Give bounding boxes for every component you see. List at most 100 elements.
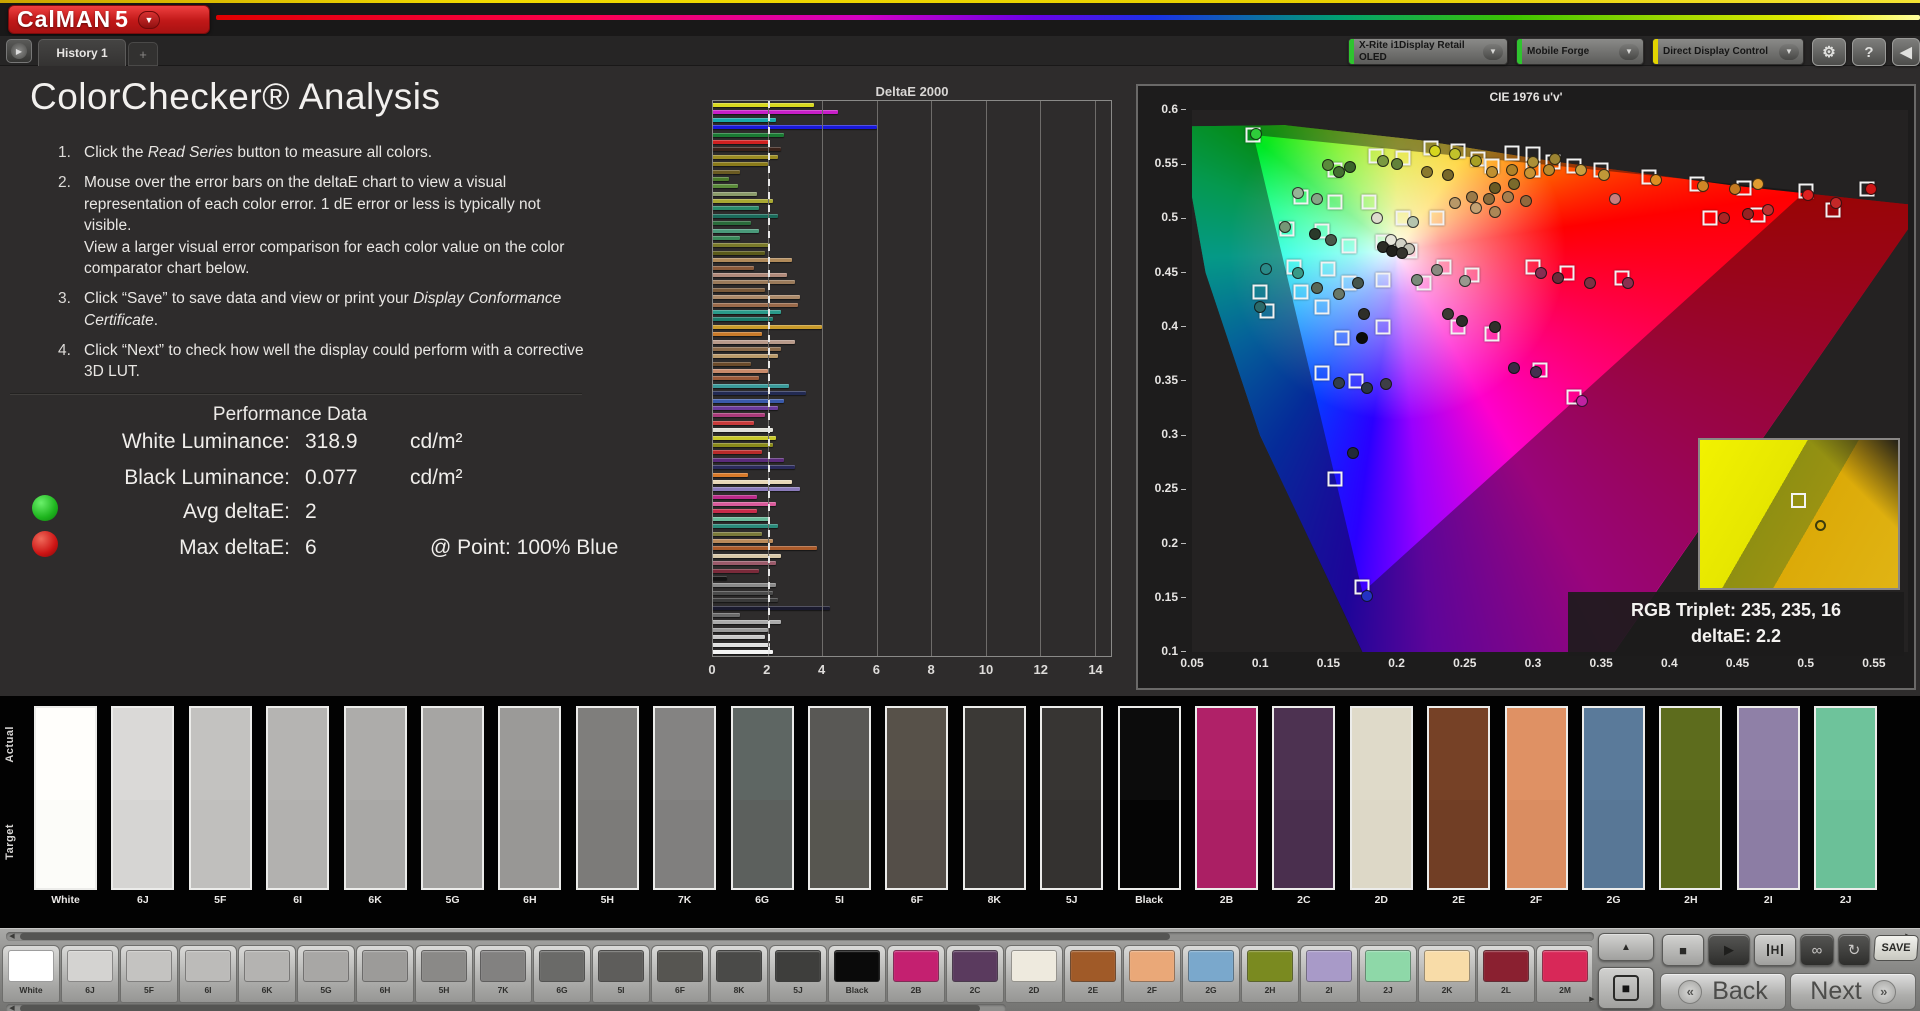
comparator-column[interactable]: 5H (576, 706, 639, 906)
cie-measured-point[interactable] (1535, 267, 1547, 279)
comparator-column[interactable]: 2H (1659, 706, 1722, 906)
deltae-bar[interactable] (713, 421, 754, 425)
cie-measured-point[interactable] (1260, 263, 1272, 275)
workflow-nav-button[interactable]: ▶ (6, 39, 32, 63)
cie-measured-point[interactable] (1483, 193, 1495, 205)
deltae-bar[interactable] (713, 532, 762, 536)
swatch-scrollbar-top[interactable]: ◀ (6, 932, 1594, 941)
swatch-chip-button[interactable]: 5I (592, 945, 650, 1003)
cie-measured-point[interactable] (1311, 193, 1323, 205)
pattern-window-button[interactable]: ■ (1598, 967, 1654, 1009)
comparator-column[interactable]: 5F (189, 706, 252, 906)
deltae-bar[interactable] (713, 450, 762, 454)
cie-target-square[interactable] (1375, 319, 1390, 334)
deltae-bar[interactable] (713, 140, 770, 144)
deltae-bar[interactable] (713, 613, 740, 617)
deltae-bar[interactable] (713, 643, 770, 647)
deltae-bar[interactable] (713, 133, 784, 137)
cie-measured-point[interactable] (1344, 161, 1356, 173)
swatch-chip-button[interactable]: 2E (1064, 945, 1122, 1003)
stop-button[interactable]: ■ (1662, 934, 1704, 966)
deltae-bar[interactable] (713, 251, 765, 255)
cie-measured-point[interactable] (1356, 332, 1368, 344)
deltae-bar[interactable] (713, 554, 781, 558)
cie-measured-point[interactable] (1325, 234, 1337, 246)
deltae-bar[interactable] (713, 288, 765, 292)
cie-measured-point[interactable] (1333, 288, 1345, 300)
add-tab-button[interactable]: + (128, 42, 158, 66)
chevron-down-icon[interactable]: ▼ (1779, 44, 1799, 60)
comparator-column[interactable]: 6G (731, 706, 794, 906)
swatch-chip-button[interactable]: 6H (356, 945, 414, 1003)
deltae-bar[interactable] (713, 428, 773, 432)
swatch-chip-button[interactable]: 2J (1359, 945, 1417, 1003)
cie-target-square[interactable] (1375, 273, 1390, 288)
source-dropdown[interactable]: Mobile Forge ▼ (1516, 38, 1644, 65)
swatch-chip-button[interactable]: 2F (1123, 945, 1181, 1003)
cie-measured-point[interactable] (1254, 301, 1266, 313)
save-button[interactable]: SAVE (1873, 935, 1919, 961)
swatch-chip-button[interactable]: 2M (1536, 945, 1592, 1003)
cie-measured-point[interactable] (1470, 155, 1482, 167)
cie-measured-point[interactable] (1489, 206, 1501, 218)
cie-measured-point[interactable] (1697, 180, 1709, 192)
deltae-bar[interactable] (713, 332, 762, 336)
cie-measured-point[interactable] (1584, 277, 1596, 289)
comparator-column[interactable]: White (34, 706, 97, 906)
chevron-down-icon[interactable]: ▼ (1483, 44, 1503, 60)
deltae-bar[interactable] (713, 162, 768, 166)
scroll-left-icon[interactable]: ◀ (6, 932, 18, 941)
read-series-button[interactable]: ▶ (1708, 934, 1750, 966)
swatch-chip-button[interactable]: 2L (1477, 945, 1535, 1003)
deltae-bar[interactable] (713, 635, 765, 639)
swatch-chip-button[interactable]: 6K (238, 945, 296, 1003)
collapse-panel-button[interactable]: ◀ (1892, 38, 1920, 66)
swatch-chip-button[interactable]: 2H (1241, 945, 1299, 1003)
deltae-bar[interactable] (713, 221, 751, 225)
cie-measured-point[interactable] (1742, 208, 1754, 220)
cie-measured-point[interactable] (1729, 183, 1741, 195)
deltae-chart[interactable] (712, 100, 1112, 657)
cie-target-square[interactable] (1294, 285, 1309, 300)
deltae-bar[interactable] (713, 546, 817, 550)
deltae-bar[interactable] (713, 583, 776, 587)
cie-measured-point[interactable] (1622, 277, 1634, 289)
cie-measured-point[interactable] (1459, 275, 1471, 287)
deltae-bar[interactable] (713, 206, 759, 210)
cie-measured-point[interactable] (1333, 377, 1345, 389)
cie-measured-point[interactable] (1358, 308, 1370, 320)
cie-measured-point[interactable] (1456, 315, 1468, 327)
cie-measured-point[interactable] (1442, 169, 1454, 181)
cie-measured-point[interactable] (1520, 195, 1532, 207)
cie-target-square[interactable] (1430, 211, 1445, 226)
cie-measured-point[interactable] (1470, 202, 1482, 214)
comparator-column[interactable]: 6J (111, 706, 174, 906)
cie-measured-point[interactable] (1508, 362, 1520, 374)
deltae-bar[interactable] (713, 340, 795, 344)
deltae-bar[interactable] (713, 495, 757, 499)
swatch-chip-button[interactable]: 8K (710, 945, 768, 1003)
scrollbar-thumb[interactable] (20, 933, 1170, 940)
deltae-bar[interactable] (713, 147, 781, 151)
cie-measured-point[interactable] (1380, 378, 1392, 390)
deltae-bar[interactable] (713, 273, 787, 277)
swatch-chip-button[interactable]: 5F (120, 945, 178, 1003)
device-dropdown[interactable]: Direct Display Control ▼ (1652, 38, 1804, 65)
cie-chart[interactable]: RGB Triplet: 235, 235, 16 deltaE: 2.2 (1192, 110, 1908, 652)
swatch-chip-button[interactable]: 5H (415, 945, 473, 1003)
cie-target-square[interactable] (1362, 195, 1377, 210)
cie-target-square[interactable] (1328, 471, 1343, 486)
deltae-bar[interactable] (713, 465, 795, 469)
cie-measured-point[interactable] (1543, 164, 1555, 176)
deltae-bar[interactable] (713, 384, 789, 388)
deltae-bar[interactable] (713, 569, 759, 573)
cie-measured-point[interactable] (1442, 308, 1454, 320)
cie-measured-point[interactable] (1830, 197, 1842, 209)
deltae-bar[interactable] (713, 650, 773, 654)
deltae-bar[interactable] (713, 413, 765, 417)
swatch-scroll-up-button[interactable]: ▲ (1598, 933, 1654, 961)
comparator-column[interactable]: 6H (498, 706, 561, 906)
deltae-bar[interactable] (713, 199, 773, 203)
swatch-chip-button[interactable]: 2I (1300, 945, 1358, 1003)
comparator-column[interactable]: 2E (1427, 706, 1490, 906)
